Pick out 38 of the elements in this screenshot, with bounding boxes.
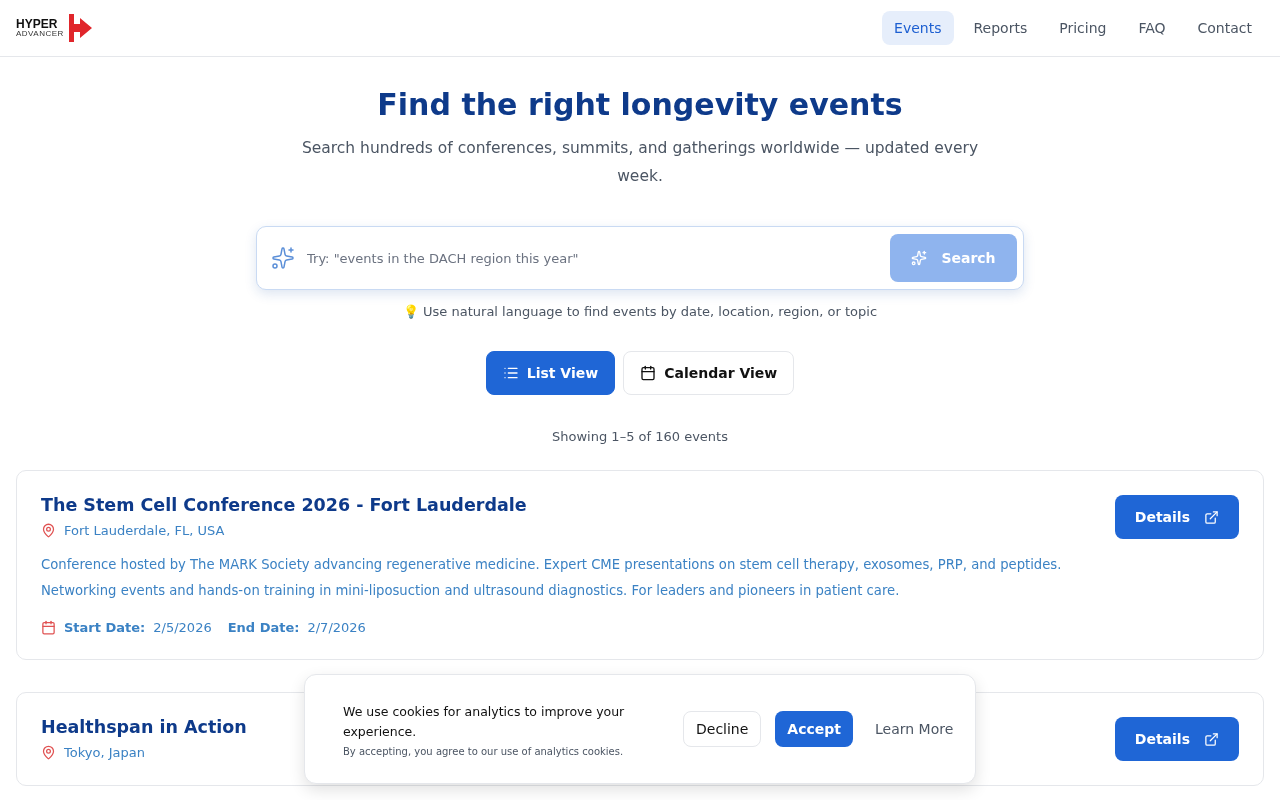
results-count: Showing 1–5 of 160 events bbox=[552, 429, 728, 444]
map-pin-icon bbox=[41, 523, 56, 538]
event-date: 2/5/2026 bbox=[153, 620, 212, 635]
date-label: End Date: bbox=[227, 620, 300, 635]
logo-subtext: ADVANCER bbox=[16, 30, 64, 38]
logo-text: HYPER bbox=[16, 18, 59, 30]
nav-link[interactable]: Contact bbox=[1185, 11, 1264, 45]
cookie-note: By accepting, you agree to our use of analytics cookies. bbox=[343, 745, 625, 757]
cookie-message: We use cookies for analytics to improve your experience. bbox=[343, 702, 626, 741]
page-subtitle: Search hundreds of conferences, summits, and gatherings worldwide — updated every week. bbox=[300, 138, 980, 187]
sparkles-icon bbox=[911, 250, 928, 266]
event-date: 2/7/2026 bbox=[307, 620, 366, 635]
nav-link[interactable]: Pricing bbox=[1047, 11, 1119, 45]
event-title: The Stem Cell Conference 2026 - Fort Lauderdale bbox=[41, 495, 527, 515]
search-hint: 💡 Use natural language to find events by date, location, region, or topic bbox=[402, 304, 878, 319]
view-toggle[interactable]: Calendar View bbox=[623, 351, 795, 395]
accept-button[interactable]: Accept bbox=[775, 711, 853, 747]
external-link-icon bbox=[1204, 509, 1219, 525]
event-description: Conference hosted by The MARK Society advancing regenerative medicine. Expert CME presentations on stem cell therapy, exosomes, PRP, and peptides. Networking events and hands-on training in mini-liposuction and ultrasound diagnostics. For leaders and pioneers in patient care. bbox=[41, 556, 1063, 600]
page-title: Find the right longevity events bbox=[377, 87, 903, 122]
calendar-icon bbox=[41, 620, 56, 635]
nav-link[interactable]: FAQ bbox=[1126, 11, 1178, 45]
event-title: Healthspan in Action bbox=[41, 717, 247, 737]
nav-link[interactable]: Events bbox=[882, 11, 954, 45]
sparkles-icon bbox=[271, 246, 295, 270]
event-location: Fort Lauderdale, FL, USA bbox=[64, 523, 225, 538]
view-toggle[interactable]: List View bbox=[485, 351, 616, 395]
nav-link[interactable]: Reports bbox=[961, 11, 1040, 45]
external-link-icon bbox=[1204, 731, 1219, 747]
details-button[interactable]: Details bbox=[1114, 717, 1239, 761]
date-label: Start Date: bbox=[64, 620, 146, 635]
learn-more-link[interactable]: Learn More bbox=[875, 721, 954, 737]
details-button[interactable]: Details bbox=[1114, 495, 1239, 539]
map-pin-icon bbox=[41, 745, 56, 760]
calendar-icon bbox=[640, 365, 657, 381]
list-icon bbox=[502, 365, 519, 381]
decline-button[interactable]: Decline bbox=[683, 711, 762, 747]
event-location: Tokyo, Japan bbox=[64, 745, 145, 760]
